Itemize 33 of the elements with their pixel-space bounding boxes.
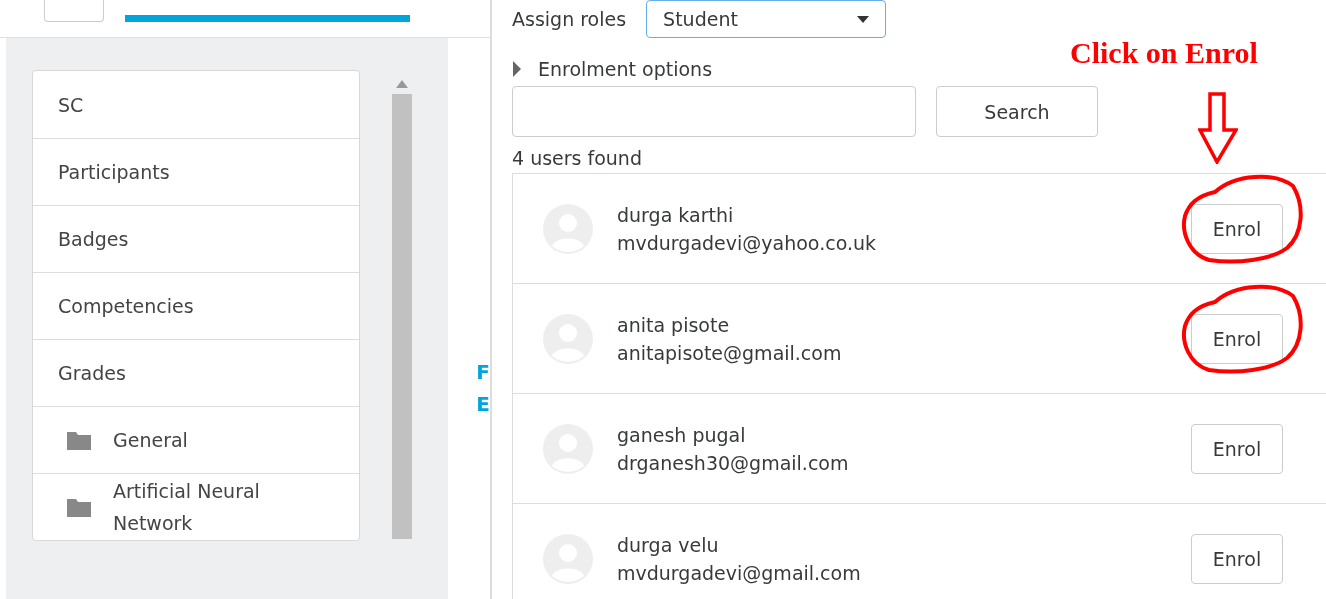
sidebar-item[interactable]: Artificial Neural Network bbox=[33, 473, 359, 540]
user-name: ganesh pugal bbox=[617, 423, 747, 446]
sidebar-item[interactable]: General bbox=[33, 406, 359, 473]
down-arrow bbox=[1198, 92, 1238, 164]
folder-icon bbox=[67, 497, 91, 517]
small-button[interactable] bbox=[44, 0, 104, 22]
enrol-button[interactable]: Enrol bbox=[1191, 203, 1283, 254]
sidebar-item[interactable]: SC bbox=[33, 71, 359, 138]
expand-icon bbox=[512, 61, 522, 77]
role-select[interactable]: Student bbox=[646, 0, 887, 38]
user-email: anitapisote@gmail.com bbox=[617, 341, 843, 364]
sidebar-item[interactable]: Grades bbox=[33, 339, 359, 406]
user-name: durga karthi bbox=[617, 203, 735, 226]
result-count: 4 users found bbox=[512, 147, 643, 169]
caret-icon bbox=[857, 15, 870, 23]
annotation-text: Click on Enrol bbox=[1070, 36, 1258, 70]
folder-icon bbox=[67, 430, 91, 450]
user-name: anita pisote bbox=[617, 313, 731, 336]
enrol-button[interactable]: Enrol bbox=[1191, 423, 1283, 474]
user-name: durga velu bbox=[617, 533, 720, 556]
user-email: mvdurgadevi@yahoo.co.uk bbox=[617, 231, 877, 254]
scrollbar-thumb[interactable] bbox=[392, 94, 412, 539]
enrol-button[interactable]: Enrol bbox=[1191, 533, 1283, 584]
sidebar-item[interactable]: Competencies bbox=[33, 272, 359, 339]
sidebar-item[interactable]: Badges bbox=[33, 205, 359, 272]
search-button[interactable]: Search bbox=[936, 86, 1098, 137]
field-label: Assign roles bbox=[512, 8, 627, 30]
enrol-button[interactable]: Enrol bbox=[1191, 313, 1283, 364]
user-email: drganesh30@gmail.com bbox=[617, 451, 850, 474]
sidebar-item[interactable]: Participants bbox=[33, 138, 359, 205]
user-email: mvdurgadevi@gmail.com bbox=[617, 561, 862, 584]
scroll-up-icon[interactable] bbox=[396, 80, 408, 88]
search-field[interactable] bbox=[512, 86, 916, 137]
